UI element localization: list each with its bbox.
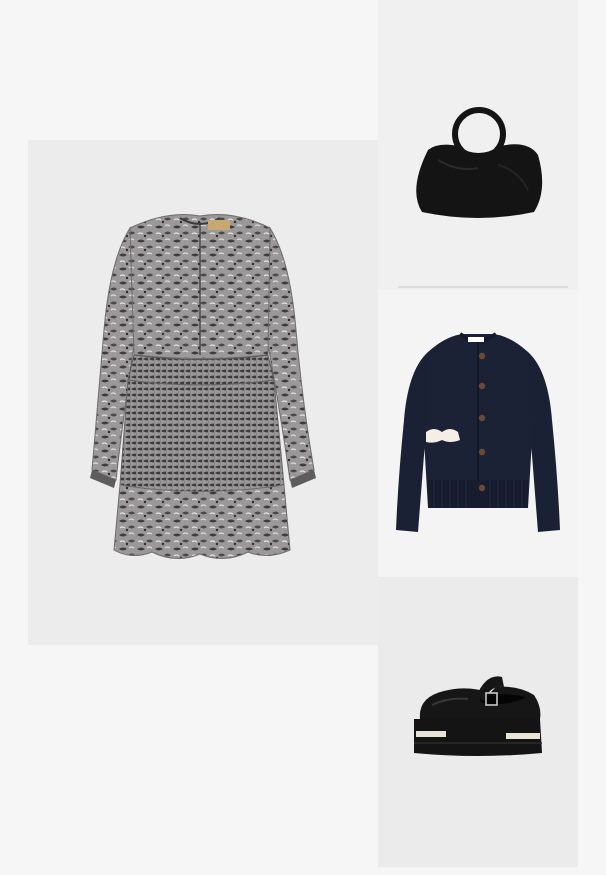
- cardigan-product-image[interactable]: [378, 290, 578, 577]
- shoe-sole-trim-left: [416, 731, 446, 737]
- dress-label: [208, 220, 230, 230]
- dress-ruffle-hem: [113, 484, 291, 559]
- dress-waist: [127, 354, 275, 386]
- dress-skirt: [119, 379, 285, 492]
- bag-product-image[interactable]: [378, 0, 578, 290]
- dress-illustration: [90, 214, 316, 559]
- cardigan-left-sleeve: [396, 352, 428, 532]
- shoes-product-image[interactable]: [378, 577, 578, 867]
- shoe-sole-trim-right: [506, 733, 540, 739]
- cardigan-illustration: [396, 332, 560, 532]
- dress-product-image[interactable]: [28, 140, 378, 645]
- shoes-illustration: [414, 676, 542, 756]
- bag-illustration: [398, 107, 568, 288]
- cardigan-right-sleeve: [528, 352, 560, 532]
- cardigan-label: [468, 337, 484, 342]
